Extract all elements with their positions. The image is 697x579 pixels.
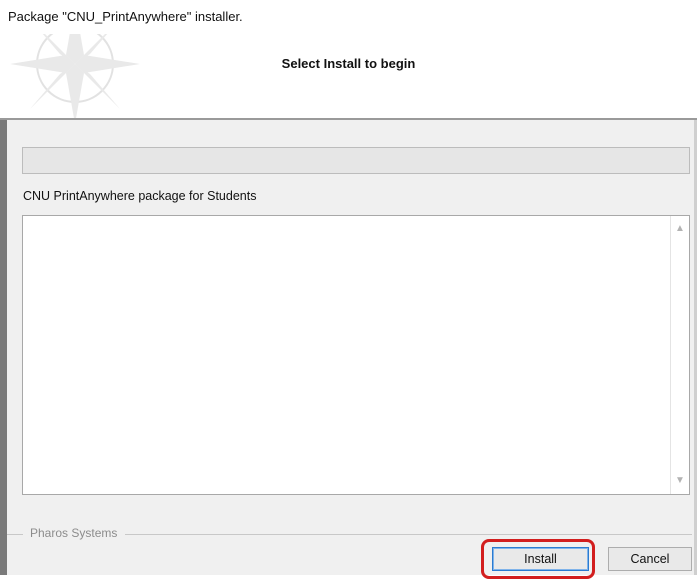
window-title: Package "CNU_PrintAnywhere" installer. xyxy=(8,9,243,24)
scroll-down-arrow-icon[interactable]: ▼ xyxy=(671,472,689,490)
package-details-textbox[interactable]: ▲ ▼ xyxy=(22,215,690,495)
vendor-label: Pharos Systems xyxy=(27,526,121,540)
cancel-button[interactable]: Cancel xyxy=(608,547,692,571)
compass-star-icon xyxy=(10,34,140,118)
installer-window: Package "CNU_PrintAnywhere" installer. S… xyxy=(0,0,697,579)
install-progress-bar xyxy=(22,147,690,174)
title-bar: Package "CNU_PrintAnywhere" installer. xyxy=(0,0,697,34)
scroll-up-arrow-icon[interactable]: ▲ xyxy=(671,220,689,238)
install-button-highlight-annotation xyxy=(481,539,595,579)
banner-heading: Select Install to begin xyxy=(281,56,416,71)
header-banner: Select Install to begin xyxy=(0,34,697,120)
details-scrollbar[interactable]: ▲ ▼ xyxy=(670,216,689,494)
footer-divider-right xyxy=(125,534,692,535)
footer-divider-left xyxy=(7,534,23,535)
package-description-label: CNU PrintAnywhere package for Students xyxy=(23,189,257,203)
